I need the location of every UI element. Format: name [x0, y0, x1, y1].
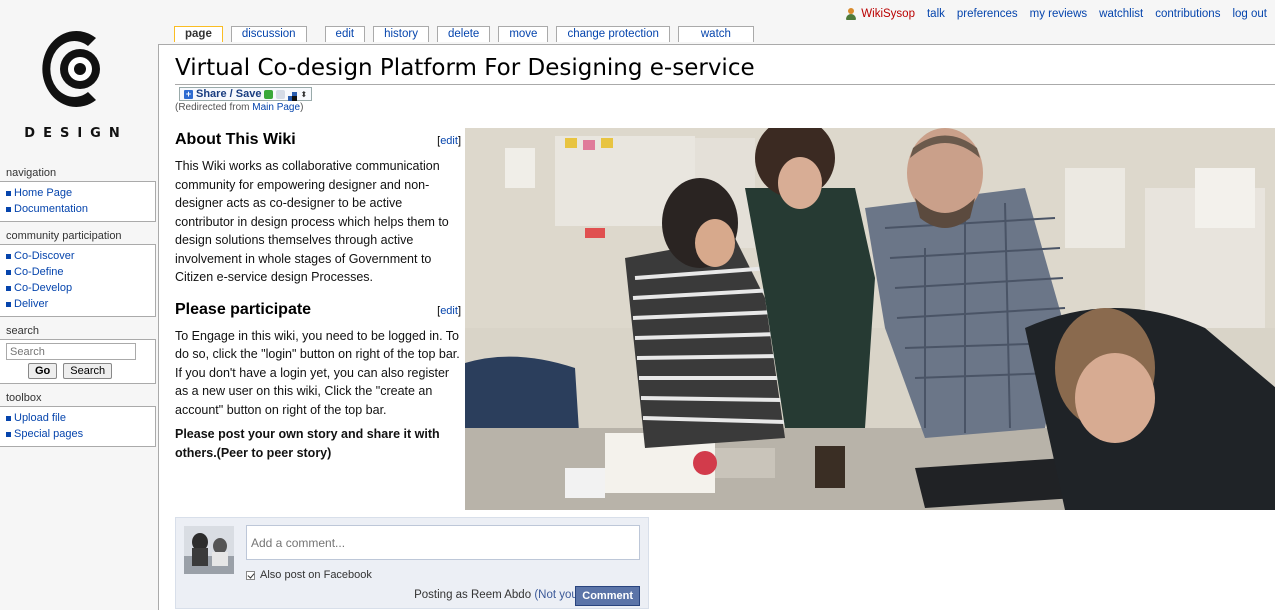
chevron-updown-icon: ⬍ — [300, 89, 308, 99]
about-edit-link[interactable]: edit — [440, 135, 458, 147]
workshop-illustration — [465, 128, 1275, 510]
comment-button[interactable]: Comment — [575, 586, 640, 606]
facebook-comment-box: Also post on Facebook Posting as Reem Ab… — [175, 517, 649, 609]
redirect-prefix: (Redirected from — [175, 102, 253, 113]
tab-history[interactable]: history — [373, 26, 429, 42]
also-post-checkbox[interactable] — [246, 570, 255, 580]
intro-text-column: About This Wiki [edit] This Wiki works a… — [175, 131, 461, 462]
user-link[interactable]: WikiSysop — [845, 8, 915, 20]
sidebar-item-special-pages[interactable]: Special pages — [6, 426, 151, 442]
community-title: community participation — [6, 230, 122, 242]
main-page-link[interactable]: Main Page — [252, 102, 300, 113]
tab-move[interactable]: move — [498, 26, 549, 42]
codesign-workshop-photo — [465, 128, 1275, 510]
sidebar-item-home-page[interactable]: Home Page — [6, 185, 151, 201]
share-save-label: Share / Save — [196, 88, 262, 100]
talk-link[interactable]: talk — [927, 8, 945, 20]
also-post-facebook: Also post on Facebook — [246, 569, 372, 581]
toolbox-body: Upload file Special pages — [0, 406, 156, 447]
share-save-button[interactable]: + Share / Save ⬍ — [179, 87, 313, 101]
tab-edit[interactable]: edit — [324, 26, 366, 42]
personal-toolbar: WikiSysop talk preferences my reviews wa… — [845, 8, 1267, 20]
content-area: Virtual Co-design Platform For Designing… — [158, 44, 1275, 610]
about-heading: About This Wiki — [175, 131, 296, 148]
tab-delete[interactable]: delete — [436, 26, 491, 42]
codesign-logo-icon — [42, 31, 100, 107]
preferences-link[interactable]: preferences — [957, 8, 1018, 20]
search-title: search — [6, 325, 40, 337]
go-button[interactable]: Go — [28, 363, 58, 379]
participate-edit-link[interactable]: edit — [440, 305, 458, 317]
participate-section-header: Please participate [edit] — [175, 301, 461, 319]
posting-as-text: Posting as Reem Abdo — [414, 589, 532, 601]
tab-discussion[interactable]: discussion — [230, 26, 307, 42]
sidebar: navigation Home Page Documentation commu… — [0, 165, 156, 453]
my-reviews-link[interactable]: my reviews — [1030, 8, 1088, 20]
sidebar-item-upload-file[interactable]: Upload file — [6, 410, 151, 426]
participate-edit-section: [edit] — [437, 305, 461, 317]
posting-as: Posting as Reem Abdo (Not you?) — [414, 589, 588, 601]
search-input[interactable] — [6, 343, 136, 360]
sidebar-item-co-discover[interactable]: Co-Discover — [6, 248, 151, 264]
navigation-title: navigation — [6, 167, 57, 179]
peer-story-note: Please post your own story and share it … — [175, 427, 440, 460]
sidebar-item-co-develop[interactable]: Co-Develop — [6, 280, 151, 296]
redirect-note: (Redirected from Main Page) — [175, 102, 303, 113]
tab-watch[interactable]: watch — [677, 26, 754, 42]
print-share-icon — [276, 89, 286, 99]
email-share-icon — [264, 89, 274, 99]
sidebar-item-documentation[interactable]: Documentation — [6, 201, 151, 217]
page-tabs: page discussion edit history delete move… — [174, 26, 754, 42]
search-button[interactable]: Search — [63, 363, 113, 379]
community-body: Co-Discover Co-Define Co-Develop Deliver — [0, 244, 156, 317]
avatar — [184, 526, 234, 574]
search-body: Go Search — [0, 339, 156, 384]
watchlist-link[interactable]: watchlist — [1099, 8, 1143, 20]
plus-icon: + — [184, 88, 193, 99]
participate-paragraph: To Engage in this wiki, you need to be l… — [175, 328, 460, 417]
logout-link[interactable]: log out — [1232, 8, 1267, 20]
participate-heading: Please participate — [175, 300, 312, 318]
user-icon — [845, 8, 857, 20]
sidebar-item-co-define[interactable]: Co-Define — [6, 264, 151, 280]
heading-divider — [175, 84, 1275, 85]
community-portlet: community participation Co-Discover Co-D… — [0, 228, 156, 317]
about-section-header: About This Wiki [edit] — [175, 131, 461, 149]
tab-change-protection[interactable]: change protection — [556, 26, 670, 42]
also-post-label: Also post on Facebook — [260, 569, 372, 581]
toolbox-title: toolbox — [6, 392, 42, 404]
edit-bracket-close: ] — [457, 135, 461, 147]
navigation-body: Home Page Documentation — [0, 181, 156, 222]
contributions-link[interactable]: contributions — [1155, 8, 1220, 20]
comment-input[interactable] — [246, 525, 640, 560]
about-paragraph: This Wiki works as collaborative communi… — [175, 159, 449, 284]
search-portlet: search Go Search — [0, 323, 156, 384]
tab-page[interactable]: page — [174, 26, 223, 42]
navigation-portlet: navigation Home Page Documentation — [0, 165, 156, 222]
redirect-suffix: ) — [300, 102, 304, 113]
site-logo[interactable]: DESIGN — [0, 0, 155, 155]
page-title: Virtual Co-design Platform For Designing… — [175, 55, 755, 81]
delicious-icon — [288, 90, 298, 101]
edit-bracket-close: ] — [457, 304, 461, 317]
sidebar-item-deliver[interactable]: Deliver — [6, 296, 151, 312]
about-edit-section: [edit] — [437, 135, 461, 147]
toolbox-portlet: toolbox Upload file Special pages — [0, 390, 156, 447]
logo-wordmark: DESIGN — [24, 126, 128, 141]
user-name: WikiSysop — [861, 8, 915, 20]
